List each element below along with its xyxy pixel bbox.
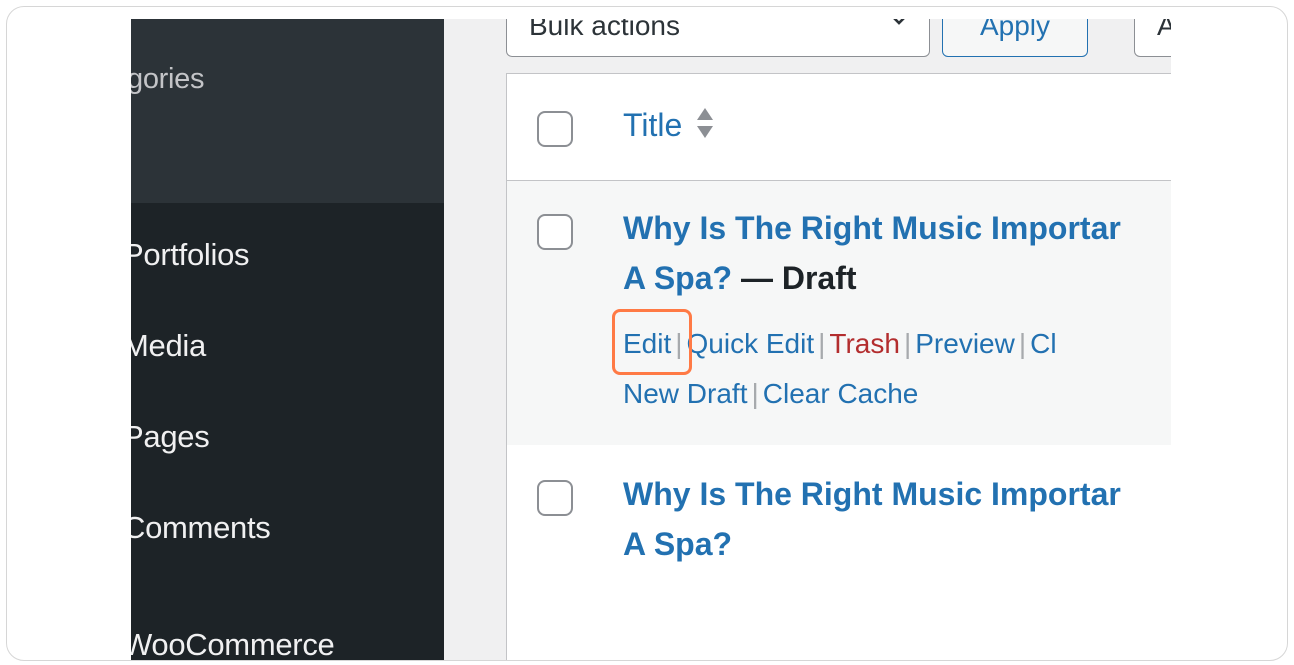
preview-link[interactable]: Preview bbox=[915, 328, 1015, 359]
edit-link[interactable]: Edit bbox=[623, 328, 671, 359]
sidebar-subitem-categories[interactable]: gories bbox=[131, 63, 204, 96]
sidebar-item-comments[interactable]: Comments bbox=[131, 510, 271, 546]
row-checkbox[interactable] bbox=[537, 214, 573, 250]
post-title-link[interactable]: Why Is The Right Music Importar A Spa? bbox=[623, 469, 1121, 569]
table-header: Title bbox=[507, 74, 1171, 181]
sidebar-item-pages[interactable]: Pages bbox=[131, 419, 210, 455]
apply-button[interactable]: Apply bbox=[942, 19, 1088, 57]
row-actions: Edit | Quick Edit | Trash | Preview | Cl New Dra… bbox=[623, 328, 1057, 409]
clear-cache-link[interactable]: Clear Cache bbox=[763, 378, 919, 409]
wp-admin-viewport: gories Portfolios Media Pages Comments W… bbox=[131, 19, 1171, 660]
post-title-line2: A Spa? bbox=[623, 260, 733, 296]
clone-link[interactable]: Cl bbox=[1030, 328, 1056, 359]
quick-edit-link[interactable]: Quick Edit bbox=[687, 328, 815, 359]
posts-table: Title Why Is The Right Music Importar A … bbox=[506, 73, 1171, 660]
sidebar-item-media[interactable]: Media bbox=[131, 328, 206, 364]
row-checkbox[interactable] bbox=[537, 480, 573, 516]
trash-link[interactable]: Trash bbox=[829, 328, 900, 359]
bulk-actions-select[interactable]: Bulk actions bbox=[506, 19, 930, 57]
new-draft-link[interactable]: New Draft bbox=[623, 378, 747, 409]
post-title-line1: Why Is The Right Music Importar bbox=[623, 210, 1121, 246]
admin-sidebar: gories Portfolios Media Pages Comments W… bbox=[131, 19, 444, 660]
bulk-actions-label: Bulk actions bbox=[529, 19, 680, 41]
sidebar-item-woocommerce[interactable]: WooCommerce bbox=[131, 627, 335, 660]
table-row: Why Is The Right Music Importar A Spa? —… bbox=[507, 181, 1171, 445]
posts-submenu: gories bbox=[131, 19, 444, 203]
title-column-label: Title bbox=[623, 107, 683, 143]
screenshot-frame: gories Portfolios Media Pages Comments W… bbox=[6, 6, 1288, 661]
sidebar-item-portfolios[interactable]: Portfolios bbox=[131, 237, 250, 273]
post-title-link[interactable]: Why Is The Right Music Importar A Spa? —… bbox=[623, 203, 1121, 303]
posts-list-content: Bulk actions Apply A Title bbox=[444, 19, 1171, 660]
title-column-header[interactable]: Title bbox=[623, 106, 715, 144]
chevron-down-icon bbox=[893, 19, 905, 25]
post-state-label: — Draft bbox=[732, 260, 857, 296]
sort-icon bbox=[697, 108, 714, 138]
table-row: Why Is The Right Music Importar A Spa? bbox=[507, 445, 1171, 645]
filter-select[interactable]: A bbox=[1134, 19, 1171, 57]
post-title-line1: Why Is The Right Music Importar bbox=[623, 476, 1121, 512]
select-all-checkbox[interactable] bbox=[537, 111, 573, 147]
post-title-line2: A Spa? bbox=[623, 526, 733, 562]
